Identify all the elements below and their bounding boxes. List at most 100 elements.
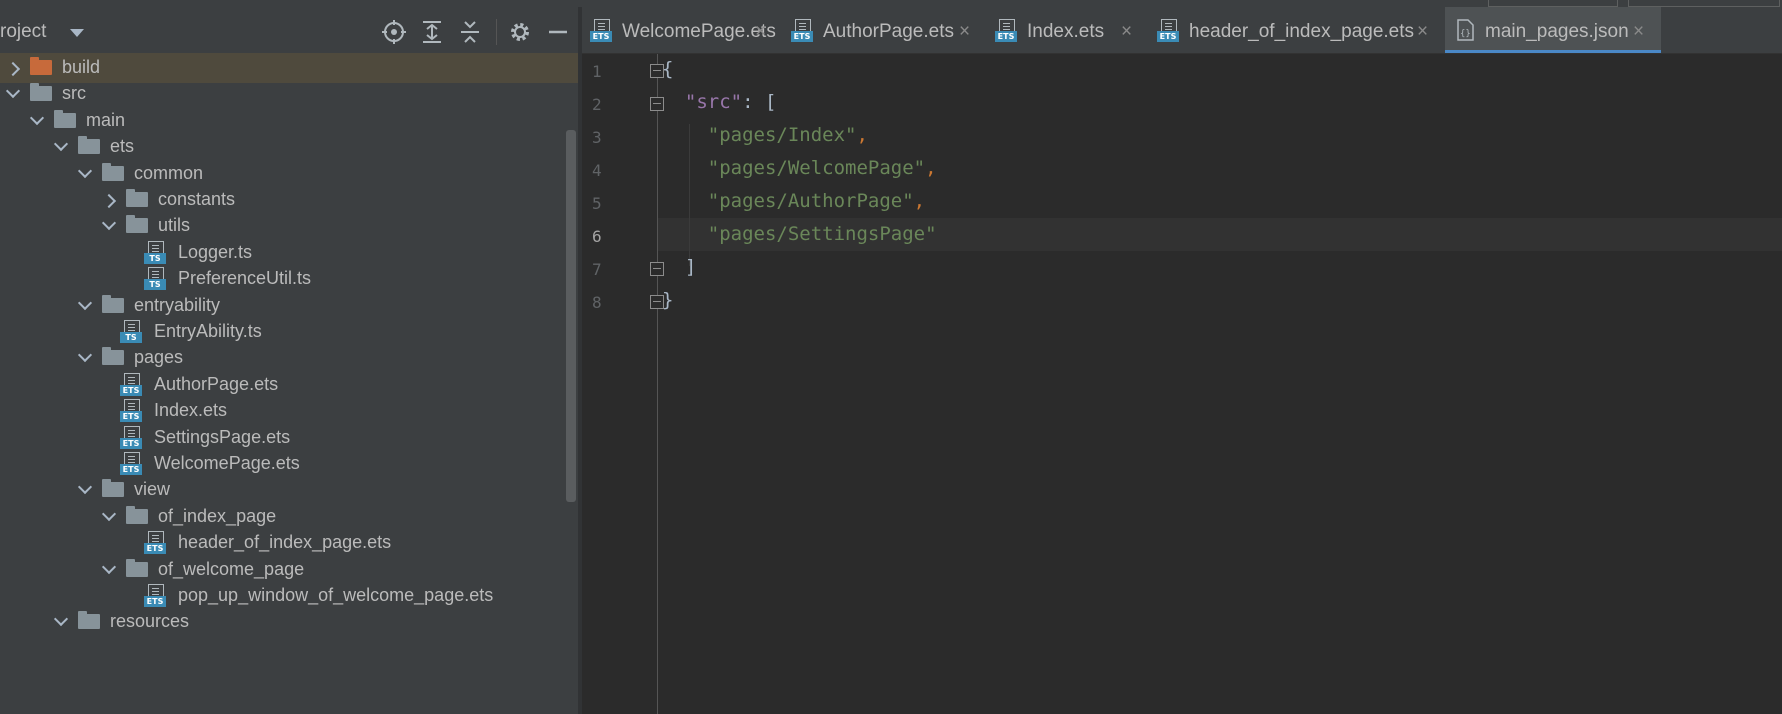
tab-authorpage-ets[interactable]: ETS AuthorPage.ets × bbox=[783, 7, 987, 53]
code-line: "pages/WelcomePage", bbox=[662, 157, 937, 179]
file-badge: ETS bbox=[120, 384, 142, 396]
tab-label: main_pages.json bbox=[1485, 21, 1629, 42]
chevron-down-icon[interactable] bbox=[53, 137, 69, 152]
gear-icon[interactable] bbox=[507, 19, 533, 45]
chevron-down-icon[interactable] bbox=[77, 348, 93, 363]
tree-item-label: pop_up_window_of_welcome_page.ets bbox=[178, 585, 494, 605]
tab-index-ets[interactable]: ETS Index.ets × bbox=[987, 7, 1149, 53]
code-token: ] bbox=[662, 256, 697, 278]
line-number: 7 bbox=[592, 260, 602, 279]
ets-file-icon: ETS bbox=[144, 584, 166, 607]
code-editor[interactable]: 12345678 { "src": [ "pages/Index", "page… bbox=[582, 54, 1782, 714]
code-token: , bbox=[856, 124, 868, 146]
line-number: 5 bbox=[592, 194, 602, 213]
tree-item-label: Logger.ts bbox=[178, 241, 253, 262]
code-line: ] bbox=[662, 256, 696, 278]
fold-marker-icon[interactable] bbox=[650, 64, 664, 78]
line-number: 3 bbox=[592, 128, 602, 147]
code-line: "pages/AuthorPage", bbox=[662, 190, 925, 212]
code-line: "pages/Index", bbox=[662, 124, 868, 146]
file-badge: TS bbox=[144, 252, 166, 264]
folder-icon bbox=[102, 162, 124, 181]
minimize-icon[interactable] bbox=[545, 19, 571, 45]
close-icon[interactable]: × bbox=[755, 21, 766, 43]
json-file-icon: {} bbox=[1457, 19, 1474, 41]
tab-welcomepage-ets[interactable]: ETS WelcomePage.ets × bbox=[582, 7, 783, 53]
toolbar-separator bbox=[496, 19, 497, 45]
tree-item-label: PreferenceUtil.ts bbox=[178, 268, 312, 289]
chevron-down-icon[interactable] bbox=[77, 163, 93, 178]
tree-item-label: pages bbox=[134, 347, 184, 368]
tree-item-label: AuthorPage.ets bbox=[154, 373, 279, 394]
tab-label: Index.ets bbox=[1027, 21, 1105, 42]
chevron-down-icon[interactable] bbox=[5, 84, 21, 99]
chevron-right-icon[interactable] bbox=[101, 193, 117, 209]
tab-label: AuthorPage.ets bbox=[823, 21, 954, 42]
fold-marker-icon[interactable] bbox=[650, 295, 664, 309]
tree-item-label: of_welcome_page bbox=[158, 558, 305, 579]
fold-marker-icon[interactable] bbox=[650, 97, 664, 111]
chevron-right-icon[interactable] bbox=[5, 61, 21, 77]
chevron-down-icon[interactable] bbox=[77, 295, 93, 310]
file-badge: ETS bbox=[120, 411, 142, 423]
code-token: "pages/Index" bbox=[707, 124, 857, 146]
ts-file-icon: TS bbox=[144, 267, 166, 291]
tree-item[interactable]: resources bbox=[0, 607, 578, 637]
code-token: , bbox=[925, 157, 937, 179]
code-token: "pages/AuthorPage" bbox=[707, 190, 914, 212]
file-badge: ETS bbox=[1157, 31, 1179, 42]
tree-item-label: Index.ets bbox=[154, 400, 228, 421]
chevron-down-icon[interactable] bbox=[53, 612, 69, 627]
ets-file-icon: ETS bbox=[995, 19, 1017, 42]
chevron-down-icon[interactable] bbox=[101, 216, 117, 231]
line-number: 6 bbox=[592, 227, 602, 246]
svg-text:{}: {} bbox=[1460, 29, 1471, 39]
ets-file-icon: ETS bbox=[791, 19, 813, 42]
tree-item-label: of_index_page bbox=[158, 505, 277, 526]
tab-main-pages-json[interactable]: {} main_pages.json × bbox=[1445, 7, 1661, 53]
project-tree-scrollbar[interactable] bbox=[566, 130, 576, 502]
collapse-all-icon[interactable] bbox=[457, 19, 483, 45]
code-token: "pages/SettingsPage" bbox=[707, 223, 937, 245]
expand-all-icon[interactable] bbox=[419, 19, 445, 45]
file-badge: ETS bbox=[791, 31, 813, 42]
folder-icon bbox=[126, 215, 148, 234]
ets-file-icon: ETS bbox=[120, 399, 142, 423]
chevron-down-icon[interactable] bbox=[101, 506, 117, 521]
code-token: , bbox=[913, 190, 926, 212]
project-panel-title: roject bbox=[0, 21, 47, 42]
file-badge: ETS bbox=[995, 31, 1017, 42]
tree-item-label: WelcomePage.ets bbox=[154, 453, 300, 473]
file-badge: ETS bbox=[120, 437, 142, 449]
active-tab-indicator bbox=[1445, 50, 1661, 53]
target-icon[interactable] bbox=[381, 19, 407, 45]
line-number: 4 bbox=[592, 161, 602, 180]
fold-marker-icon[interactable] bbox=[650, 262, 664, 276]
chevron-down-icon[interactable] bbox=[29, 110, 45, 125]
code-token: : [ bbox=[742, 91, 777, 113]
ts-file-icon: TS bbox=[144, 240, 166, 264]
close-icon[interactable]: × bbox=[1417, 21, 1428, 43]
tab-header-of-index-page-ets[interactable]: ETS header_of_index_page.ets × bbox=[1149, 7, 1445, 53]
line-number: 8 bbox=[592, 293, 602, 312]
code-token: "src" bbox=[684, 91, 743, 113]
ets-file-icon: ETS bbox=[120, 372, 142, 396]
chevron-down-icon[interactable] bbox=[77, 480, 93, 495]
folder-icon bbox=[126, 558, 148, 577]
chevron-down-icon[interactable] bbox=[101, 559, 117, 574]
close-icon[interactable]: × bbox=[1633, 21, 1644, 43]
project-panel-header: roject bbox=[0, 7, 578, 53]
device-selector[interactable] bbox=[1628, 0, 1780, 7]
file-badge: TS bbox=[144, 279, 166, 291]
view-dropdown-icon[interactable] bbox=[70, 29, 84, 37]
run-config-selector[interactable] bbox=[1488, 0, 1618, 7]
close-icon[interactable]: × bbox=[959, 21, 970, 43]
line-number: 2 bbox=[592, 95, 602, 114]
close-icon[interactable]: × bbox=[1121, 21, 1132, 43]
ets-file-icon: ETS bbox=[120, 452, 142, 475]
ets-file-icon: ETS bbox=[144, 531, 166, 555]
tree-item-label: constants bbox=[158, 189, 236, 209]
